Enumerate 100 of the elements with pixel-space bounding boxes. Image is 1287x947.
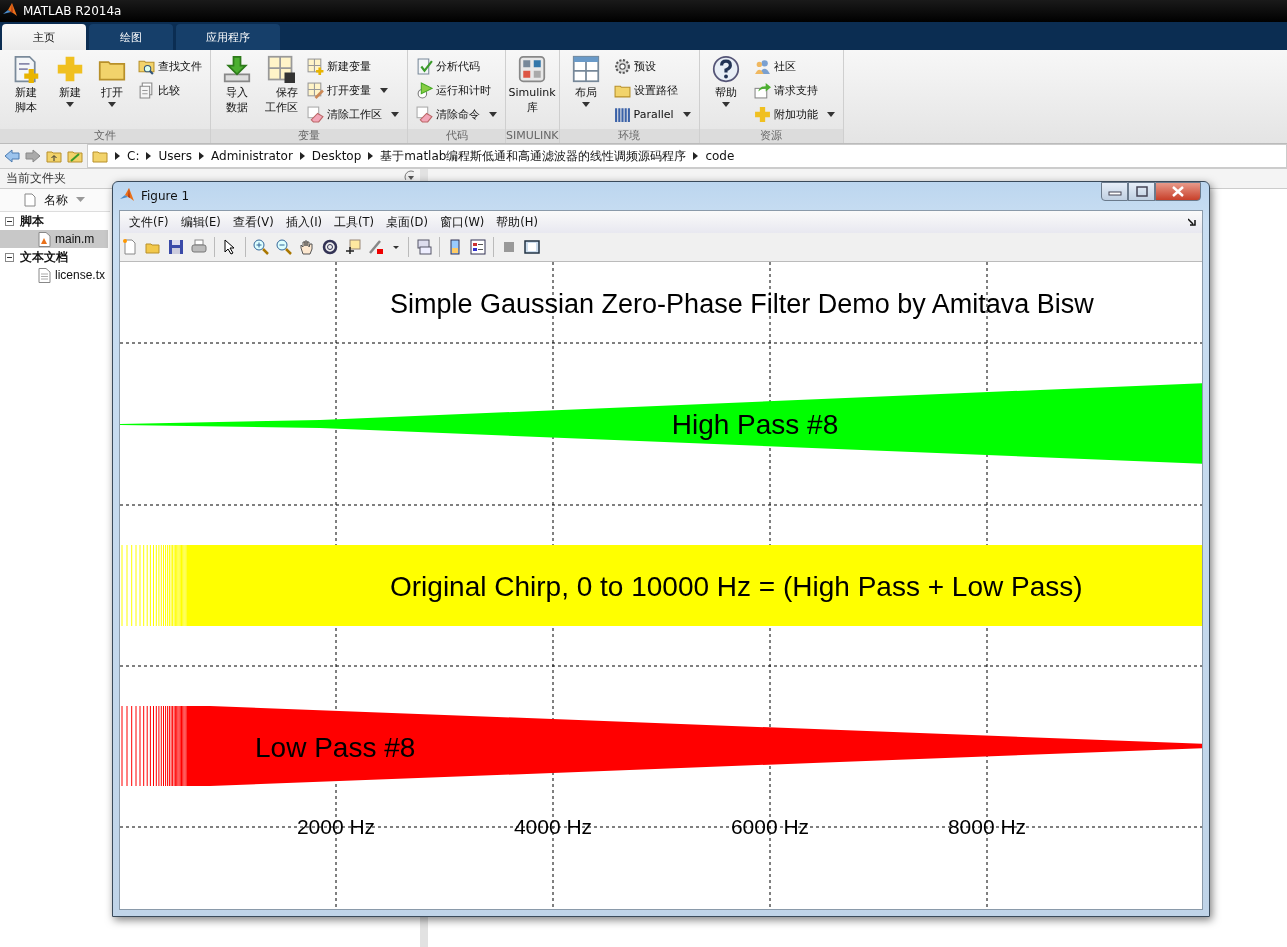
path-segment[interactable]: code [705, 149, 735, 163]
toolstrip-button[interactable]: 分析代码 [416, 56, 497, 77]
rotate-icon[interactable] [322, 239, 338, 255]
menu-item[interactable]: 桌面(D) [381, 212, 433, 232]
axis-tick-label: 6000 Hz [730, 815, 810, 838]
path-segment[interactable]: Desktop [311, 149, 362, 163]
path-segment[interactable]: Administrator [211, 149, 293, 163]
grid-pencil-icon [307, 82, 324, 99]
brush-icon[interactable] [368, 239, 384, 255]
group-label: 文件 [0, 129, 210, 143]
people-icon [753, 58, 771, 75]
toolstrip-button[interactable]: 保存工作区 [261, 53, 301, 129]
separator-arrow-icon [368, 152, 374, 160]
toolstrip-button[interactable]: 布局 [563, 53, 608, 129]
file-item[interactable]: main.m [0, 230, 108, 248]
maximize-button[interactable] [1128, 182, 1155, 201]
matlab-logo-icon [2, 1, 18, 18]
file-item[interactable]: license.tx [0, 266, 108, 284]
axis-tick-label: 4000 Hz [513, 815, 593, 838]
toolstrip-button[interactable]: Simulink 库 [510, 53, 554, 129]
tree-group[interactable]: 文本文档 [0, 248, 108, 266]
save-icon[interactable] [168, 239, 184, 255]
signal-label: Low Pass #8 [255, 732, 416, 763]
menu-item[interactable]: 工具(T) [329, 212, 380, 232]
colorbar-icon[interactable] [447, 239, 463, 255]
separator-arrow-icon [146, 152, 152, 160]
grid-icon [518, 55, 546, 83]
menu-item[interactable]: 文件(F) [124, 212, 174, 232]
toolstrip-button[interactable]: 打开变量 [307, 80, 399, 101]
tab[interactable]: 绘图 [89, 24, 173, 50]
menu-item[interactable]: 查看(V) [227, 212, 279, 232]
tab[interactable]: 主页 [2, 24, 86, 50]
window-title: Figure 1 [141, 189, 190, 203]
toolstrip-button[interactable]: 清除命令 [416, 104, 497, 125]
toolstrip-button[interactable]: 清除工作区 [307, 104, 399, 125]
back-arrow-button[interactable] [3, 147, 21, 165]
eraser-icon [307, 106, 324, 123]
group-label: 代码 [408, 129, 505, 143]
frame-icon[interactable] [524, 239, 540, 255]
eraser-icon [416, 106, 433, 123]
menu-item[interactable]: 帮助(H) [491, 212, 543, 232]
grid-plus-icon [307, 58, 324, 75]
toolstrip-button[interactable]: 打开 [92, 53, 132, 129]
toolstrip-button[interactable]: 新建变量 [307, 56, 399, 77]
separator-arrow-icon [693, 152, 699, 160]
plot-title: Simple Gaussian Zero-Phase Filter Demo by Amitava Bisw [390, 289, 1094, 319]
collapse-icon[interactable] [5, 252, 14, 262]
address-field[interactable]: C: Users Administrator Desktop 基于matlab编程斯低通和高通滤波器的线性调频源码程序 code [87, 144, 1287, 168]
checkmark-document-icon [416, 58, 433, 75]
toolstrip-button[interactable]: 查找文件 [138, 56, 202, 77]
tab[interactable]: 应用程序 [176, 24, 280, 50]
toolstrip-button[interactable]: 预设 [613, 56, 691, 77]
column-header[interactable]: 名称 [0, 189, 110, 212]
toolstrip-button[interactable]: 请求支持 [753, 80, 835, 101]
path-segment[interactable]: Users [158, 149, 193, 163]
path-segment[interactable]: 基于matlab编程斯低通和高通滤波器的线性调频源码程序 [380, 147, 687, 165]
gear-icon [613, 58, 631, 75]
square-icon[interactable] [501, 239, 517, 255]
group-label: 环境 [559, 129, 699, 143]
grid-save-icon [267, 55, 295, 83]
toolstrip-button[interactable]: 新建脚本 [4, 53, 48, 129]
bars-icon [613, 106, 631, 123]
data-cursor-icon[interactable] [345, 239, 361, 255]
window-title: MATLAB R2014a [23, 4, 122, 18]
separator-arrow-icon [115, 152, 120, 160]
menu-item[interactable]: 窗口(W) [434, 212, 490, 232]
play-icon [416, 82, 433, 99]
toolstrip-button[interactable]: 比较 [138, 80, 202, 101]
toolstrip-button[interactable]: 设置路径 [613, 80, 691, 101]
close-button[interactable] [1155, 182, 1201, 201]
menu-item[interactable]: 编辑(E) [175, 212, 226, 232]
toolstrip-button[interactable]: 导入数据 [215, 53, 259, 129]
download-arrow-icon [223, 55, 251, 83]
document-icon [24, 193, 36, 207]
separator-arrow-icon [199, 152, 205, 160]
toolstrip-button[interactable]: Parallel [613, 104, 691, 125]
link-icon[interactable] [416, 239, 432, 255]
legend-icon[interactable] [470, 239, 486, 255]
toolstrip-button[interactable]: 附加功能 [753, 104, 835, 125]
toolstrip-button[interactable]: 帮助 [703, 53, 748, 129]
toolstrip-button[interactable]: 社区 [753, 56, 835, 77]
forward-arrow-button[interactable] [24, 147, 42, 165]
plus-icon [753, 106, 771, 123]
plus-icon [56, 55, 84, 83]
dock-arrow-icon[interactable] [1188, 218, 1196, 226]
toolstrip-button[interactable]: 新建 [50, 53, 90, 129]
tree-group[interactable]: 脚本 [0, 212, 108, 230]
maximize-icon [1134, 186, 1149, 197]
hand-icon[interactable] [299, 239, 315, 255]
toolstrip-button[interactable]: 运行和计时 [416, 80, 497, 101]
menu-item[interactable]: 插入(I) [280, 212, 328, 232]
matlab-logo-icon [119, 186, 135, 203]
printer-icon[interactable] [191, 239, 207, 255]
panel-menu-icon[interactable] [404, 170, 414, 180]
path-segment[interactable]: C: [127, 149, 140, 163]
zoom-out-icon[interactable] [276, 239, 292, 255]
axis-tick-label: 8000 Hz [947, 815, 1027, 838]
minimize-button[interactable] [1101, 182, 1128, 201]
collapse-icon[interactable] [5, 216, 14, 226]
zoom-in-icon[interactable] [253, 239, 269, 255]
